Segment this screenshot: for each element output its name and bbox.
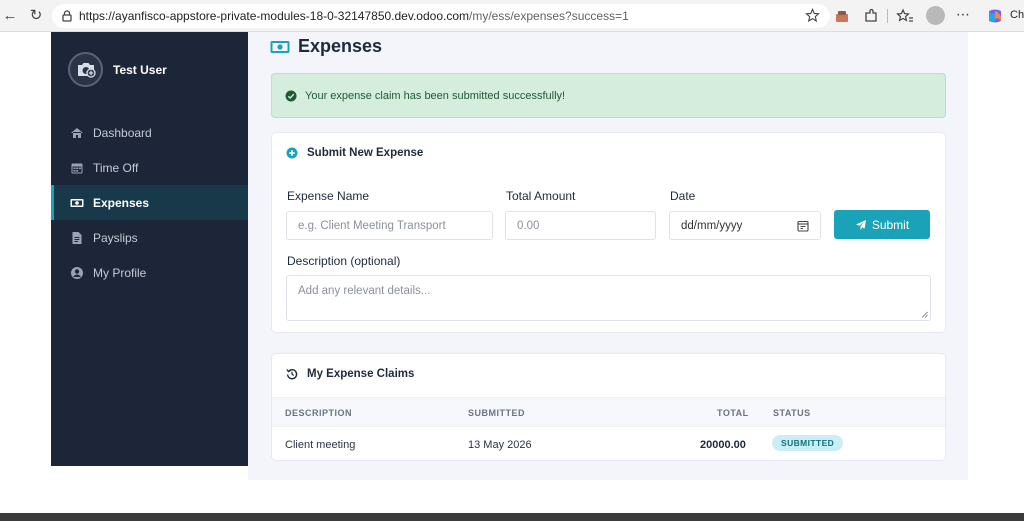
status-badge: SUBMITTED (772, 435, 844, 451)
avatar[interactable] (68, 52, 103, 87)
sidebar: Test User Dashboard Time Off Expenses Pa… (51, 32, 248, 466)
card-heading: Submit New Expense (286, 147, 423, 159)
column-submitted: SUBMITTED (468, 408, 525, 418)
sidebar-item-payslips[interactable]: Payslips (51, 220, 248, 255)
user-name: Test User (113, 63, 167, 77)
address-bar[interactable]: https://ayanfisco-appstore-private-modul… (52, 4, 830, 28)
check-circle-icon (285, 90, 297, 101)
copilot-label: Ch (1010, 9, 1024, 21)
card-heading-text: Submit New Expense (307, 147, 424, 159)
camera-plus-icon (78, 63, 96, 78)
submit-expense-card: Submit New Expense Expense Name e.g. Cli… (271, 132, 946, 333)
app-area: Test User Dashboard Time Off Expenses Pa… (0, 32, 1024, 512)
sidebar-item-my-profile[interactable]: My Profile (51, 255, 248, 290)
total-amount-input[interactable]: 0.00 (505, 211, 656, 240)
column-status: STATUS (773, 408, 811, 418)
sidebar-item-dashboard[interactable]: Dashboard (51, 115, 248, 150)
more-menu-icon[interactable]: ⋯ (956, 6, 970, 23)
success-alert: Your expense claim has been submitted su… (271, 73, 946, 118)
browser-toolbar: ← ↻ https://ayanfisco-appstore-private-m… (0, 0, 1024, 32)
sidebar-item-expenses[interactable]: Expenses (51, 185, 248, 220)
sidebar-menu: Dashboard Time Off Expenses Payslips My … (51, 115, 248, 290)
lock-icon (62, 10, 72, 22)
copilot-icon[interactable] (986, 7, 1004, 25)
calendar-icon[interactable] (797, 220, 809, 232)
resize-handle-icon[interactable] (921, 311, 928, 318)
sidebar-item-time-off[interactable]: Time Off (51, 150, 248, 185)
card-heading-text: My Expense Claims (307, 368, 415, 380)
sidebar-item-label: Time Off (93, 160, 139, 175)
sidebar-item-label: Dashboard (93, 125, 152, 140)
calendar-icon (71, 163, 83, 173)
submit-button[interactable]: Submit (834, 210, 930, 239)
star-icon[interactable] (805, 8, 820, 23)
favorites-icon[interactable] (896, 7, 914, 25)
card-heading: My Expense Claims (286, 368, 414, 380)
expense-claims-card: My Expense Claims DESCRIPTION SUBMITTED … (271, 353, 946, 461)
page-title: Expenses (270, 36, 382, 57)
date-input[interactable]: dd/mm/yyyy (669, 211, 821, 240)
back-icon[interactable]: ← (0, 6, 20, 26)
reload-icon[interactable]: ↻ (26, 6, 46, 26)
main-content: Expenses Your expense claim has been sub… (248, 32, 968, 480)
page-title-text: Expenses (298, 36, 383, 56)
sidebar-item-label: My Profile (93, 265, 147, 280)
paper-plane-icon (855, 219, 866, 230)
sidebar-item-label: Expenses (93, 195, 150, 210)
row-submitted: 13 May 2026 (468, 439, 532, 451)
total-amount-label: Total Amount (506, 189, 576, 203)
column-total: TOTAL (717, 408, 749, 418)
url-text: https://ayanfisco-appstore-private-modul… (79, 9, 629, 23)
sidebar-item-label: Payslips (93, 230, 138, 245)
money-icon (70, 198, 84, 207)
money-icon (270, 40, 290, 53)
description-placeholder: Add any relevant details... (298, 285, 431, 297)
home-icon (71, 127, 83, 138)
expense-name-input[interactable]: e.g. Client Meeting Transport (286, 211, 493, 240)
column-description: DESCRIPTION (285, 408, 353, 418)
puzzle-icon[interactable] (862, 7, 880, 25)
plus-circle-icon (286, 147, 298, 159)
browser-profile-avatar[interactable] (926, 6, 945, 25)
submit-label: Submit (871, 217, 910, 232)
expense-name-label: Expense Name (287, 189, 370, 203)
date-label: Date (670, 189, 696, 203)
description-textarea[interactable]: Add any relevant details... (286, 275, 931, 321)
alert-message: Your expense claim has been submitted su… (305, 89, 566, 102)
user-icon (71, 266, 83, 279)
taskbar-edge (0, 513, 1024, 521)
toolbar-divider (887, 9, 888, 23)
history-icon (286, 369, 298, 380)
row-total: 20000.00 (700, 439, 746, 451)
date-placeholder: dd/mm/yyyy (681, 219, 743, 232)
document-icon (72, 231, 82, 244)
description-label: Description (optional) (287, 254, 401, 268)
row-description: Client meeting (285, 439, 356, 451)
extension-icon[interactable] (833, 7, 851, 25)
table-header: DESCRIPTION SUBMITTED TOTAL STATUS (272, 397, 945, 427)
